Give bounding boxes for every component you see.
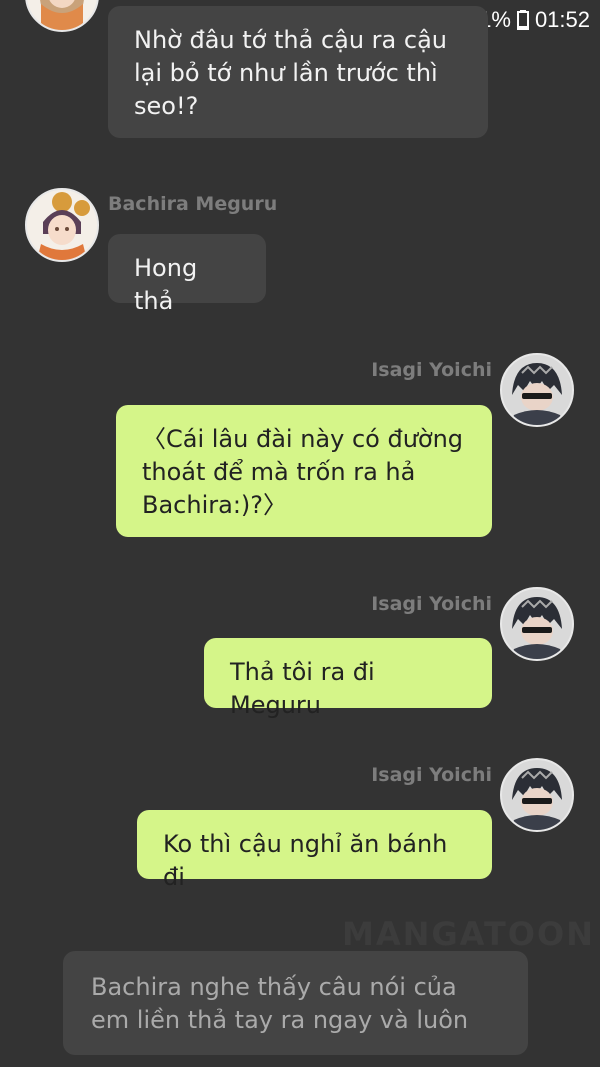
message-text: 〈Cái lâu đài này có đường thoát để mà tr… (142, 425, 464, 519)
narration-text: Bachira nghe thấy câu nói của em liền th… (91, 973, 469, 1034)
avatar-isagi[interactable] (500, 353, 574, 427)
message-text: Hong thả (134, 254, 198, 315)
message-text: Thả tôi ra đi Meguru (230, 658, 375, 719)
narration-box: Bachira nghe thấy câu nói của em liền th… (63, 951, 528, 1055)
message-bubble-5: Ko thì cậu nghỉ ăn bánh đi (137, 810, 492, 891)
message-bubble-2: Hong thả (108, 234, 266, 315)
sender-name: Isagi Yoichi (371, 359, 492, 381)
avatar-isagi[interactable] (500, 587, 574, 661)
message-text: Nhờ đâu tớ thả cậu ra cậu lại bỏ tớ như … (134, 26, 447, 120)
message-bubble-3: 〈Cái lâu đài này có đường thoát để mà tr… (116, 405, 492, 537)
message-bubble-4: Thả tôi ra đi Meguru (204, 638, 492, 719)
avatar-bachira[interactable] (25, 188, 99, 262)
message-text: Ko thì cậu nghỉ ăn bánh đi (163, 830, 448, 891)
sender-name: Isagi Yoichi (371, 764, 492, 786)
sender-name: Isagi Yoichi (371, 593, 492, 615)
avatar-isagi[interactable] (500, 758, 574, 832)
watermark: MANGATOON (342, 915, 595, 953)
sender-name: Bachira Meguru (108, 193, 278, 215)
battery-icon (516, 10, 529, 30)
message-bubble-1: Nhờ đâu tớ thả cậu ra cậu lại bỏ tớ như … (108, 6, 488, 138)
avatar[interactable] (25, 0, 99, 32)
status-time: 01:52 (534, 7, 590, 32)
